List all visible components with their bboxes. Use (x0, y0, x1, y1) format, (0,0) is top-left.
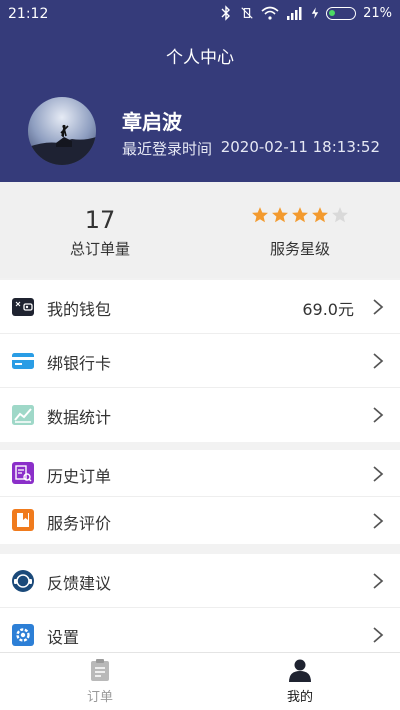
tab-mine-label: 我的 (286, 690, 313, 705)
menu-item-wallet[interactable]: 我的钱包 69.0元 (0, 280, 400, 334)
menu-group-other: 反馈建议 设置 (0, 554, 400, 662)
profile-header: 21:12 21% 个人中心 章启波 最近登录时间 2020-02-11 18:… (0, 0, 400, 182)
statistics-icon (12, 405, 34, 425)
menu-label: 反馈建议 (47, 574, 112, 593)
review-icon (12, 509, 34, 531)
battery-percent: 21% (363, 5, 392, 21)
total-orders-label: 总订单量 (69, 240, 130, 258)
chevron-right-icon (373, 466, 384, 482)
signal-icon (287, 7, 302, 20)
clipboard-icon (91, 659, 109, 681)
last-login-time: 2020-02-11 18:13:52 (220, 138, 380, 156)
chevron-right-icon (373, 407, 384, 423)
history-orders-icon (12, 462, 34, 484)
chevron-right-icon (373, 573, 384, 589)
bottom-tab-bar: 订单 我的 (0, 652, 400, 710)
charging-icon (311, 7, 319, 19)
wallet-balance: 69.0元 (302, 300, 354, 319)
menu-label: 绑银行卡 (47, 354, 112, 373)
stats-panel: 17 总订单量 服务星级 (0, 182, 400, 278)
wallet-icon (12, 298, 34, 316)
user-icon (289, 659, 311, 682)
rating-stars (200, 206, 400, 236)
tab-orders-label: 订单 (86, 690, 113, 705)
menu-item-history[interactable]: 历史订单 (0, 450, 400, 497)
avatar[interactable] (28, 97, 96, 165)
menu-item-review[interactable]: 服务评价 (0, 497, 400, 544)
star-empty-icon (332, 207, 348, 223)
tab-mine[interactable]: 我的 (200, 653, 400, 710)
menu-label: 历史订单 (47, 467, 112, 486)
bank-card-icon (12, 353, 34, 369)
battery-icon (326, 6, 357, 20)
menu-group-finance: 我的钱包 69.0元 绑银行卡 数据统计 (0, 280, 400, 442)
menu-group-orders: 历史订单 服务评价 (0, 450, 400, 544)
wifi-icon (261, 6, 279, 20)
star-filled-icon (252, 207, 268, 223)
star-filled-icon (292, 207, 308, 223)
page-title: 个人中心 (166, 48, 234, 68)
last-login-label: 最近登录时间 (122, 140, 213, 158)
menu-item-statistics[interactable]: 数据统计 (0, 388, 400, 442)
chevron-right-icon (373, 299, 384, 315)
status-time: 21:12 (8, 6, 49, 22)
avatar-image (28, 97, 96, 165)
total-orders-stat[interactable]: 17 总订单量 (0, 182, 200, 259)
menu-label: 数据统计 (47, 408, 112, 427)
menu-label: 设置 (47, 628, 80, 647)
star-filled-icon (312, 207, 328, 223)
service-rating-stat[interactable]: 服务星级 (200, 182, 400, 259)
chevron-right-icon (373, 353, 384, 369)
feedback-icon (12, 570, 34, 592)
vibrate-off-icon (241, 7, 253, 19)
user-name: 章启波 (122, 110, 182, 134)
bluetooth-icon (221, 5, 231, 21)
menu-item-bank-card[interactable]: 绑银行卡 (0, 334, 400, 388)
menu-label: 我的钱包 (47, 300, 112, 319)
tab-orders[interactable]: 订单 (0, 653, 200, 710)
total-orders-value: 17 (84, 206, 116, 234)
service-rating-label: 服务星级 (269, 240, 330, 258)
star-filled-icon (272, 207, 288, 223)
chevron-right-icon (373, 513, 384, 529)
menu-label: 服务评价 (47, 514, 112, 533)
menu-item-feedback[interactable]: 反馈建议 (0, 554, 400, 608)
gear-icon (12, 624, 34, 646)
chevron-right-icon (373, 627, 384, 643)
status-bar: 21:12 21% (0, 0, 400, 30)
